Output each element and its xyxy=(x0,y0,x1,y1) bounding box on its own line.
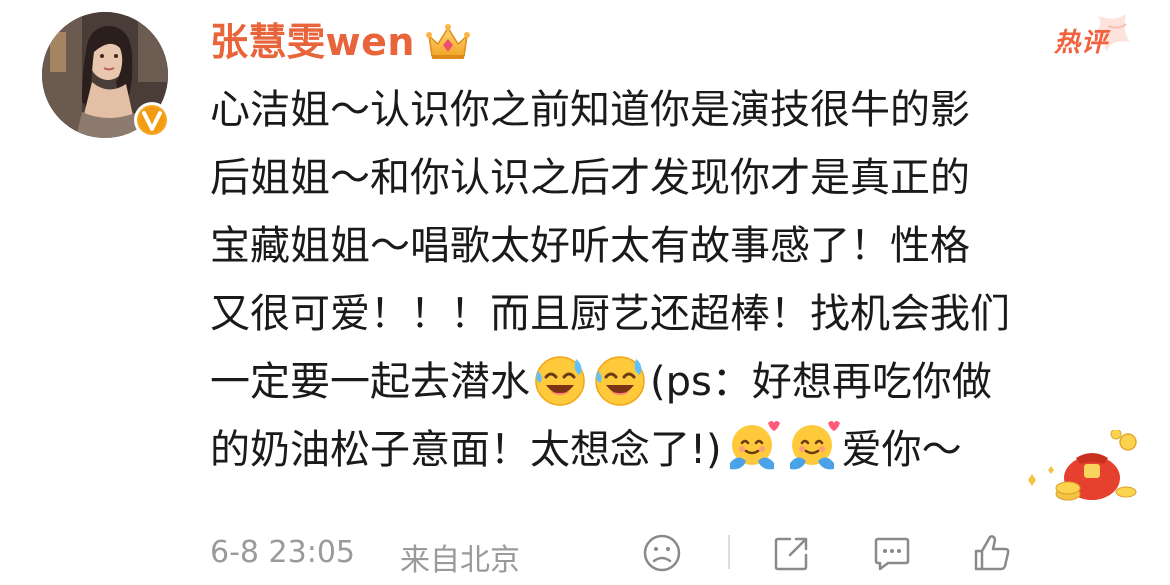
comment-text: 心洁姐～认识你之前知道你是演技很牛的影 后姐姐～和你认识之后才发现你才是真正的 … xyxy=(210,76,1110,484)
dislike-face-icon[interactable] xyxy=(640,531,684,575)
name-row: 张慧雯wen xyxy=(210,12,471,72)
hot-badge-label: 热评 xyxy=(1054,28,1109,58)
laugh-cry-emoji-icon xyxy=(532,351,588,407)
comment-segment: 一定要一起去潜水 xyxy=(210,359,530,405)
avatar[interactable] xyxy=(42,12,170,138)
verified-badge-icon xyxy=(132,100,172,140)
comment-footer: 6-8 23:05 来自北京 xyxy=(210,525,1150,581)
comment-line: 心洁姐～认识你之前知道你是演技很牛的影 xyxy=(210,87,970,133)
comment-time: 6-8 23:05 xyxy=(210,535,355,570)
comment-segment: 的奶油松子意面！太想念了!) xyxy=(210,427,722,473)
divider xyxy=(728,535,730,569)
hot-comment-badge: 热评 xyxy=(1046,12,1132,68)
lucky-bag-icon xyxy=(1018,428,1148,505)
comment-line: 后姐姐～和你认识之后才发现你才是真正的 xyxy=(210,155,970,201)
user-name[interactable]: 张慧雯wen xyxy=(210,12,415,72)
comment-line: 又很可爱！！！而且厨艺还超棒！找机会我们 xyxy=(210,291,1010,337)
share-icon[interactable] xyxy=(770,531,814,575)
hug-emoji-icon xyxy=(724,419,780,475)
comment-location: 来自北京 xyxy=(400,543,520,578)
comment-line: 的奶油松子意面！太想念了!) 爱你～ xyxy=(210,416,1110,484)
comment-card: 张慧雯wen 热评 心洁姐～认识你之前知道你是演技很牛的影 后姐姐～和你认识之后… xyxy=(0,0,1170,585)
comment-line: 宝藏姐姐～唱歌太好听太有故事感了！性格 xyxy=(210,223,970,269)
comment-segment: 爱你～ xyxy=(841,427,962,473)
comment-segment: (ps：好想再吃你做 xyxy=(650,359,992,405)
hug-emoji-icon xyxy=(784,419,840,475)
comment-icon[interactable] xyxy=(870,531,914,575)
laugh-cry-emoji-icon xyxy=(592,351,648,407)
like-icon[interactable] xyxy=(970,531,1014,575)
comment-line: 一定要一起去潜水 (ps：好想再吃你做 xyxy=(210,348,1110,416)
crown-icon xyxy=(425,22,471,62)
